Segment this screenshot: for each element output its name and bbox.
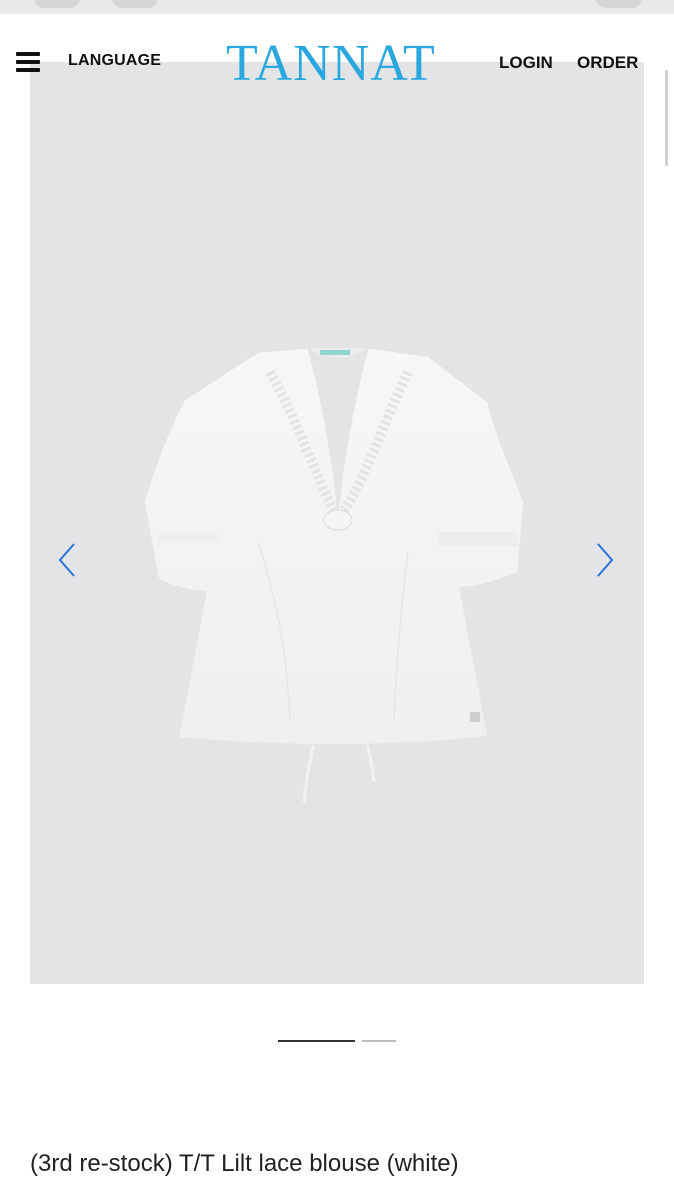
order-link[interactable]: ORDER	[577, 53, 638, 73]
gallery-next-arrow[interactable]	[590, 540, 620, 580]
browser-tab-pill	[596, 0, 642, 8]
product-image-gallery[interactable]	[30, 62, 644, 984]
brand-logo[interactable]: TANNAT	[226, 36, 436, 92]
pagination-dot[interactable]	[362, 1040, 396, 1042]
login-link[interactable]: LOGIN	[499, 53, 553, 73]
language-link[interactable]: LANGUAGE	[68, 52, 161, 70]
gallery-pagination	[278, 1040, 398, 1044]
product-title: (3rd re-stock) T/T Lilt lace blouse (whi…	[30, 1150, 459, 1177]
chevron-right-icon	[597, 543, 614, 577]
chevron-left-icon	[58, 543, 75, 577]
browser-tab-pill	[34, 0, 80, 8]
product-image	[143, 347, 525, 803]
gallery-prev-arrow[interactable]	[52, 540, 82, 580]
browser-top-strip	[0, 0, 674, 14]
scroll-indicator[interactable]	[665, 70, 668, 166]
site-header: LANGUAGE TANNAT LOGIN ORDER	[0, 30, 674, 94]
pagination-dot-active[interactable]	[278, 1040, 355, 1042]
menu-icon[interactable]	[16, 52, 40, 72]
browser-tab-pill	[112, 0, 158, 8]
